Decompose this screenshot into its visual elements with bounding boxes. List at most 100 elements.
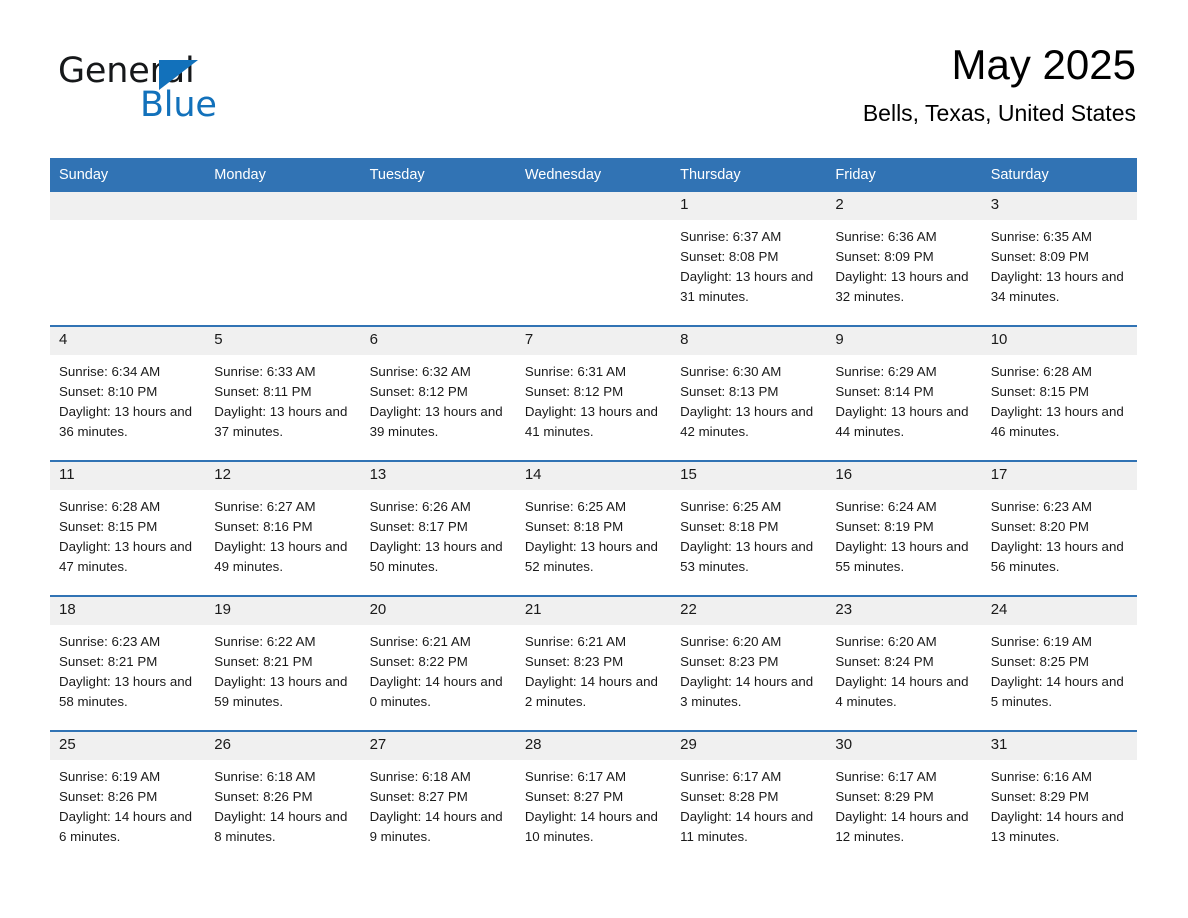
calendar-day-cell[interactable]: 8 Sunrise: 6:30 AM Sunset: 8:13 PM Daylight… [671, 325, 827, 461]
calendar-day-cell[interactable]: 17 Sunrise: 6:23 AM Sunset: 8:20 PM Dayligh… [981, 460, 1137, 596]
calendar-day-cell[interactable]: 14 Sunrise: 6:25 AM Sunset: 8:18 PM Dayligh… [515, 460, 672, 596]
calendar-day-cell[interactable]: 18 Sunrise: 6:23 AM Sunset: 8:21 PM Dayligh… [50, 595, 206, 731]
calendar-day-cell[interactable]: 20 Sunrise: 6:21 AM Sunset: 8:22 PM Dayligh… [360, 595, 516, 731]
day-cell-details: Sunrise: 6:19 AM Sunset: 8:26 PM Daylight:… [50, 760, 205, 847]
sunset-text: Sunset: 8:12 PM [524, 384, 624, 399]
day-cell-details: Sunrise: 6:17 AM Sunset: 8:27 PM Daylight:… [516, 760, 671, 847]
calendar-day-cell[interactable]: 26 Sunrise: 6:18 AM Sunset: 8:26 PM Dayligh… [205, 730, 361, 865]
daylight-text: Daylight: 13 hours and 50 minutes. [369, 539, 503, 574]
calendar-day-cell[interactable]: 19 Sunrise: 6:22 AM Sunset: 8:21 PM Dayligh… [205, 595, 361, 731]
calendar-table: Sunday Monday Tuesday Wednesday Thursday… [50, 158, 1137, 865]
weekday-header-friday: Friday [826, 158, 982, 192]
sunrise-text: Sunrise: 6:28 AM [59, 499, 161, 514]
sunset-text: Sunset: 8:29 PM [835, 789, 934, 804]
sunset-text: Sunset: 8:29 PM [990, 789, 1089, 804]
daylight-text: Daylight: 13 hours and 41 minutes. [524, 404, 658, 439]
weekday-header-tuesday: Tuesday [360, 158, 516, 192]
calendar-day-cell[interactable]: 29 Sunrise: 6:17 AM Sunset: 8:28 PM Dayligh… [671, 730, 827, 865]
day-cell-details: Sunrise: 6:23 AM Sunset: 8:20 PM Daylight:… [982, 490, 1137, 577]
calendar-day-cell[interactable]: 9 Sunrise: 6:29 AM Sunset: 8:14 PM Daylight… [826, 325, 982, 461]
sunset-text: Sunset: 8:21 PM [214, 654, 313, 669]
calendar-day-cell[interactable]: 31 Sunrise: 6:16 AM Sunset: 8:29 PM Dayligh… [981, 730, 1137, 865]
calendar-day-cell[interactable]: 22 Sunrise: 6:20 AM Sunset: 8:23 PM Dayligh… [671, 595, 827, 731]
sunset-text: Sunset: 8:27 PM [369, 789, 468, 804]
calendar-day-cell[interactable]: 24 Sunrise: 6:19 AM Sunset: 8:25 PM Dayligh… [981, 595, 1137, 731]
day-cell-inner: 18 Sunrise: 6:23 AM Sunset: 8:21 PM Dayligh… [50, 597, 206, 730]
sunset-text: Sunset: 8:19 PM [835, 519, 934, 534]
day-number: 16 [826, 462, 982, 490]
calendar-day-cell[interactable]: 21 Sunrise: 6:21 AM Sunset: 8:23 PM Dayligh… [515, 595, 672, 731]
day-cell-inner: 3 Sunrise: 6:35 AM Sunset: 8:09 PM Daylight… [981, 192, 1137, 325]
sunset-text: Sunset: 8:10 PM [59, 384, 158, 399]
calendar-day-cell[interactable]: 5 Sunrise: 6:33 AM Sunset: 8:11 PM Daylight… [205, 325, 361, 461]
day-cell-details: Sunrise: 6:25 AM Sunset: 8:18 PM Daylight:… [516, 490, 671, 577]
day-number: 5 [205, 327, 361, 355]
calendar-day-cell[interactable]: 25 Sunrise: 6:19 AM Sunset: 8:26 PM Dayligh… [50, 730, 206, 865]
sunrise-text: Sunrise: 6:17 AM [680, 769, 782, 784]
sunset-text: Sunset: 8:16 PM [214, 519, 313, 534]
sunrise-text: Sunrise: 6:17 AM [835, 769, 937, 784]
calendar-day-cell-empty [50, 192, 206, 326]
day-number: 2 [826, 192, 982, 220]
day-cell-inner: 26 Sunrise: 6:18 AM Sunset: 8:26 PM Dayligh… [205, 732, 361, 865]
day-cell-inner: 29 Sunrise: 6:17 AM Sunset: 8:28 PM Dayligh… [671, 732, 827, 865]
calendar-day-cell[interactable]: 10 Sunrise: 6:28 AM Sunset: 8:15 PM Dayligh… [981, 325, 1137, 461]
day-cell-inner: 30 Sunrise: 6:17 AM Sunset: 8:29 PM Dayligh… [826, 732, 982, 865]
day-cell-details: Sunrise: 6:22 AM Sunset: 8:21 PM Daylight:… [205, 625, 360, 712]
calendar-week-row: 11 Sunrise: 6:28 AM Sunset: 8:15 PM Dayligh… [50, 460, 1137, 596]
day-cell-inner: 5 Sunrise: 6:33 AM Sunset: 8:11 PM Daylight… [205, 327, 361, 460]
daylight-text: Daylight: 14 hours and 9 minutes. [369, 809, 503, 844]
day-cell-inner: 19 Sunrise: 6:22 AM Sunset: 8:21 PM Dayligh… [205, 597, 361, 730]
sunset-text: Sunset: 8:12 PM [369, 384, 468, 399]
day-cell-inner: 9 Sunrise: 6:29 AM Sunset: 8:14 PM Daylight… [826, 327, 982, 460]
day-number: 10 [981, 327, 1137, 355]
calendar-day-cell[interactable]: 27 Sunrise: 6:18 AM Sunset: 8:27 PM Dayligh… [360, 730, 516, 865]
sunrise-text: Sunrise: 6:28 AM [990, 364, 1092, 379]
daylight-text: Daylight: 13 hours and 59 minutes. [214, 674, 348, 709]
day-number: 17 [981, 462, 1137, 490]
day-cell-inner: 16 Sunrise: 6:24 AM Sunset: 8:19 PM Dayligh… [826, 462, 982, 595]
calendar-day-cell[interactable]: 7 Sunrise: 6:31 AM Sunset: 8:12 PM Daylight… [515, 325, 672, 461]
daylight-text: Daylight: 14 hours and 3 minutes. [680, 674, 814, 709]
day-number: 26 [205, 732, 361, 760]
day-cell-details: Sunrise: 6:35 AM Sunset: 8:09 PM Daylight:… [982, 220, 1137, 307]
sunrise-text: Sunrise: 6:19 AM [59, 769, 161, 784]
day-number: 23 [826, 597, 982, 625]
calendar-day-cell[interactable]: 16 Sunrise: 6:24 AM Sunset: 8:19 PM Dayligh… [826, 460, 982, 596]
day-cell-inner: 24 Sunrise: 6:19 AM Sunset: 8:25 PM Dayligh… [981, 597, 1137, 730]
daylight-text: Daylight: 14 hours and 8 minutes. [214, 809, 348, 844]
sunrise-text: Sunrise: 6:19 AM [990, 634, 1092, 649]
calendar-day-cell[interactable]: 15 Sunrise: 6:25 AM Sunset: 8:18 PM Dayligh… [671, 460, 827, 596]
sunrise-text: Sunrise: 6:23 AM [59, 634, 161, 649]
day-cell-details: Sunrise: 6:18 AM Sunset: 8:27 PM Daylight:… [361, 760, 516, 847]
daylight-text: Daylight: 14 hours and 12 minutes. [835, 809, 969, 844]
sunset-text: Sunset: 8:27 PM [524, 789, 624, 804]
calendar-day-cell[interactable]: 28 Sunrise: 6:17 AM Sunset: 8:27 PM Dayligh… [515, 730, 672, 865]
day-cell-inner: 25 Sunrise: 6:19 AM Sunset: 8:26 PM Dayligh… [50, 732, 206, 865]
calendar-day-cell[interactable]: 11 Sunrise: 6:28 AM Sunset: 8:15 PM Dayligh… [50, 460, 206, 596]
calendar-page: General Blue May 2025 Bells, Texas, Unit… [0, 0, 1188, 918]
calendar-day-cell[interactable]: 2 Sunrise: 6:36 AM Sunset: 8:09 PM Daylight… [826, 192, 982, 326]
calendar-day-cell[interactable]: 6 Sunrise: 6:32 AM Sunset: 8:12 PM Daylight… [360, 325, 516, 461]
sunset-text: Sunset: 8:24 PM [835, 654, 934, 669]
calendar-day-cell[interactable]: 13 Sunrise: 6:26 AM Sunset: 8:17 PM Dayligh… [360, 460, 516, 596]
calendar-day-cell[interactable]: 3 Sunrise: 6:35 AM Sunset: 8:09 PM Daylight… [981, 192, 1137, 326]
day-cell-inner: 27 Sunrise: 6:18 AM Sunset: 8:27 PM Dayligh… [360, 732, 516, 865]
day-number: 12 [205, 462, 361, 490]
day-cell-inner [515, 192, 672, 325]
calendar-day-cell[interactable]: 1 Sunrise: 6:37 AM Sunset: 8:08 PM Daylight… [671, 192, 827, 326]
sunset-text: Sunset: 8:21 PM [59, 654, 158, 669]
calendar-day-cell[interactable]: 12 Sunrise: 6:27 AM Sunset: 8:16 PM Dayligh… [205, 460, 361, 596]
day-number: 6 [360, 327, 516, 355]
sunrise-text: Sunrise: 6:33 AM [214, 364, 316, 379]
calendar-day-cell[interactable]: 30 Sunrise: 6:17 AM Sunset: 8:29 PM Dayligh… [826, 730, 982, 865]
daylight-text: Daylight: 13 hours and 46 minutes. [990, 404, 1124, 439]
day-number: 14 [515, 462, 672, 490]
calendar-day-cell[interactable]: 23 Sunrise: 6:20 AM Sunset: 8:24 PM Dayligh… [826, 595, 982, 731]
calendar-day-cell[interactable]: 4 Sunrise: 6:34 AM Sunset: 8:10 PM Daylight… [50, 325, 206, 461]
day-cell-inner [205, 192, 361, 325]
sunrise-text: Sunrise: 6:36 AM [835, 229, 937, 244]
day-cell-inner [360, 192, 516, 325]
day-number: 28 [515, 732, 672, 760]
sunset-text: Sunset: 8:18 PM [680, 519, 779, 534]
